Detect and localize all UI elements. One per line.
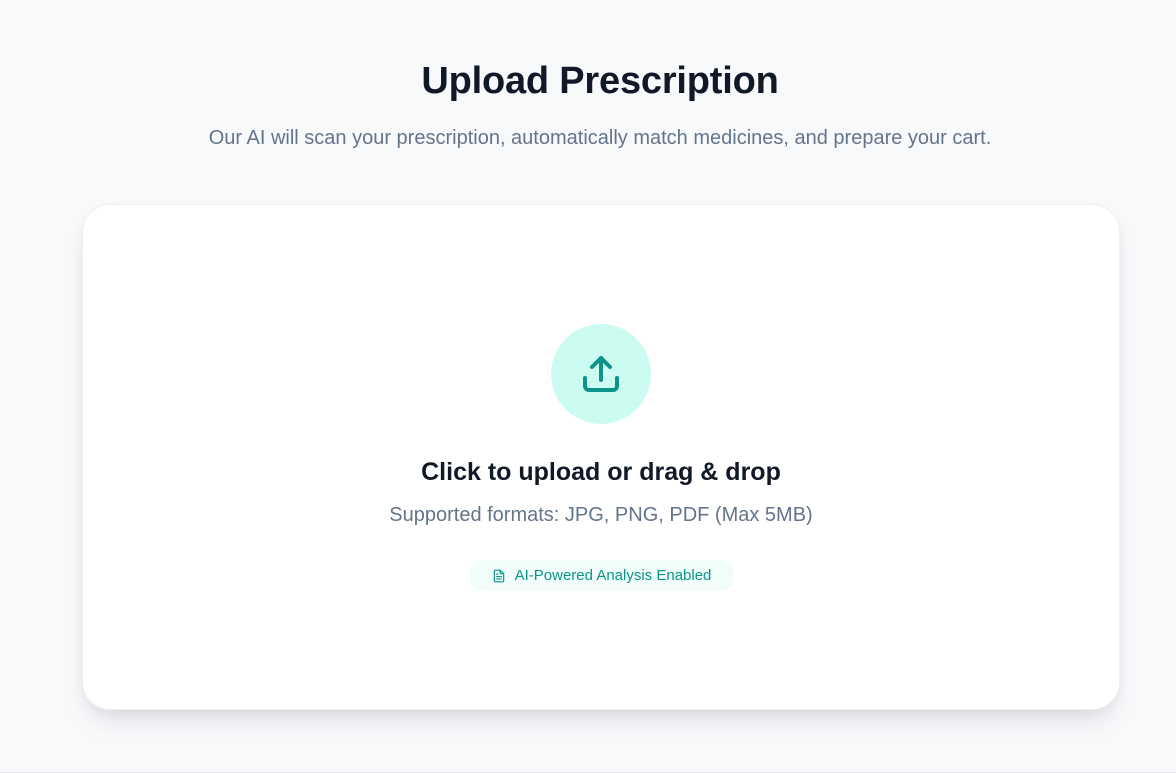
supported-formats-text: Supported formats: JPG, PNG, PDF (Max 5M…: [389, 504, 813, 526]
document-icon: [492, 569, 506, 583]
upload-heading: Click to upload or drag & drop: [421, 458, 781, 486]
upload-dropzone[interactable]: Click to upload or drag & drop Supported…: [82, 204, 1120, 710]
upload-icon-circle: [551, 324, 651, 424]
page-subtitle: Our AI will scan your prescription, auto…: [208, 127, 992, 149]
upload-icon: [583, 356, 619, 392]
ai-badge-label: AI-Powered Analysis Enabled: [514, 566, 712, 584]
page-title: Upload Prescription: [421, 60, 779, 102]
ai-analysis-badge: AI-Powered Analysis Enabled: [469, 560, 734, 591]
